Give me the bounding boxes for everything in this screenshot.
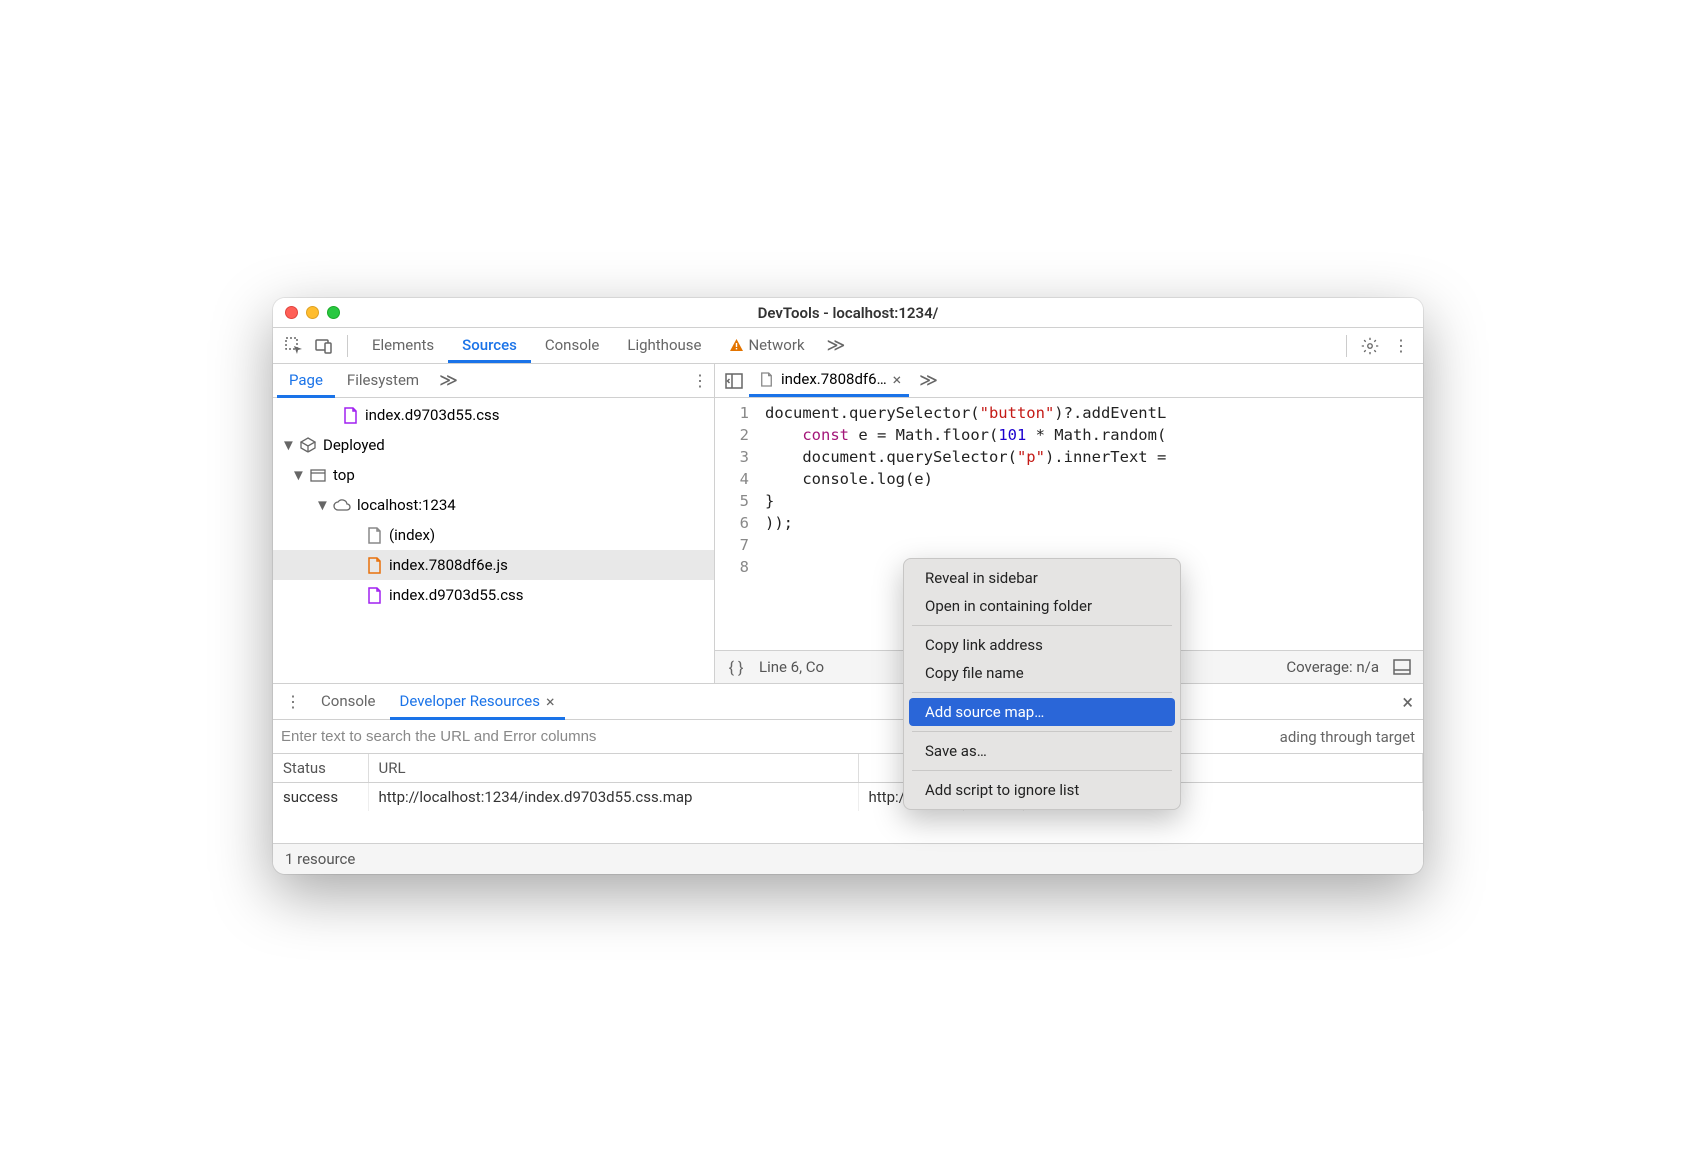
drawer-more-icon[interactable]: ⋮: [279, 692, 307, 711]
settings-icon[interactable]: [1357, 333, 1383, 359]
stylesheet-icon: [365, 586, 383, 604]
col-url[interactable]: URL: [368, 754, 858, 783]
main-toolbar: Elements Sources Console Lighthouse Netw…: [273, 328, 1423, 364]
traffic-lights: [285, 306, 340, 319]
toolbar-divider: [1346, 335, 1347, 357]
document-icon: [365, 526, 383, 544]
inspect-element-icon[interactable]: [281, 333, 307, 359]
resource-count: 1 resource: [285, 850, 355, 868]
zoom-window-button[interactable]: [327, 306, 340, 319]
cm-add-to-ignore-list[interactable]: Add script to ignore list: [909, 776, 1175, 804]
file-tree: index.d9703d55.css ▼ Deployed ▼ top ▼ lo…: [273, 398, 714, 683]
menu-separator: [912, 770, 1172, 771]
tab-console[interactable]: Console: [531, 330, 614, 363]
drawer-tab-dev-resources[interactable]: Developer Resources ×: [390, 686, 565, 720]
script-icon: [757, 370, 775, 388]
tree-top[interactable]: ▼ top: [273, 460, 714, 490]
devtools-window: DevTools - localhost:1234/ Elements Sour…: [273, 298, 1423, 874]
tree-js-file[interactable]: index.7808df6e.js: [273, 550, 714, 580]
editor-tab-file[interactable]: index.7808df6… ×: [749, 364, 909, 397]
menu-separator: [912, 731, 1172, 732]
menu-separator: [912, 692, 1172, 693]
toggle-debugger-icon[interactable]: [1389, 654, 1415, 680]
resources-table: Status URL Error success http://localhos…: [273, 754, 1423, 844]
tab-sources[interactable]: Sources: [448, 330, 531, 363]
menu-separator: [912, 625, 1172, 626]
context-menu: Reveal in sidebar Open in containing fol…: [903, 558, 1181, 810]
navigator-tab-filesystem[interactable]: Filesystem: [335, 365, 431, 398]
stylesheet-icon: [341, 406, 359, 424]
tree-deployed-label: Deployed: [323, 436, 385, 454]
close-drawer-tab-icon[interactable]: ×: [546, 692, 555, 711]
tab-network-label: Network: [748, 336, 804, 354]
coverage-label: Coverage: n/a: [1286, 658, 1379, 676]
tabs-overflow-icon[interactable]: ≫: [819, 335, 854, 356]
disclosure-triangle-icon: ▼: [281, 436, 293, 454]
more-options-icon[interactable]: ⋮: [1387, 333, 1415, 359]
editor-tabs: index.7808df6… × ≫: [715, 364, 1423, 398]
toggle-navigator-icon[interactable]: [721, 368, 747, 394]
toolbar-divider: [347, 335, 348, 357]
cursor-position: Line 6, Co: [759, 658, 824, 676]
col-status[interactable]: Status: [273, 754, 368, 783]
window-title: DevTools - localhost:1234/: [273, 304, 1423, 322]
disclosure-triangle-icon: ▼: [315, 496, 327, 514]
table-row[interactable]: success http://localhost:1234/index.d970…: [273, 783, 1423, 812]
tree-file-label: index.d9703d55.css: [365, 406, 500, 424]
cube-icon: [299, 436, 317, 454]
close-drawer-icon[interactable]: ×: [1402, 690, 1413, 714]
cm-save-as[interactable]: Save as…: [909, 737, 1175, 765]
tree-deployed[interactable]: ▼ Deployed: [273, 430, 714, 460]
drawer-tab-dev-resources-label: Developer Resources: [400, 692, 540, 710]
close-tab-icon[interactable]: ×: [893, 370, 902, 389]
line-gutter: 12345678: [715, 398, 759, 650]
tree-index-label: (index): [389, 526, 435, 544]
warning-icon: [729, 338, 744, 353]
main-tabs: Elements Sources Console Lighthouse Netw…: [358, 329, 1336, 362]
tree-file-css[interactable]: index.d9703d55.css: [273, 400, 714, 430]
resources-filter-row: ading through target: [273, 720, 1423, 754]
navigator-more-icon[interactable]: ⋮: [686, 371, 714, 390]
tab-lighthouse[interactable]: Lighthouse: [613, 330, 715, 363]
cm-add-source-map[interactable]: Add source map…: [909, 698, 1175, 726]
titlebar: DevTools - localhost:1234/: [273, 298, 1423, 328]
frame-icon: [309, 466, 327, 484]
tree-css-file[interactable]: index.d9703d55.css: [273, 580, 714, 610]
pretty-print-icon[interactable]: { }: [723, 654, 749, 680]
script-icon: [365, 556, 383, 574]
cell-status: success: [273, 783, 368, 812]
close-window-button[interactable]: [285, 306, 298, 319]
tab-network[interactable]: Network: [715, 330, 818, 363]
navigator-tab-page[interactable]: Page: [277, 365, 335, 398]
disclosure-triangle-icon: ▼: [291, 466, 303, 484]
cloud-icon: [333, 496, 351, 514]
device-toolbar-icon[interactable]: [311, 333, 337, 359]
cm-copy-file-name[interactable]: Copy file name: [909, 659, 1175, 687]
tree-top-label: top: [333, 466, 355, 484]
tree-host[interactable]: ▼ localhost:1234: [273, 490, 714, 520]
cm-reveal-in-sidebar[interactable]: Reveal in sidebar: [909, 564, 1175, 592]
tree-host-label: localhost:1234: [357, 496, 456, 514]
navigator-tabs-overflow-icon[interactable]: ≫: [431, 370, 466, 391]
drawer-tab-console[interactable]: Console: [311, 686, 386, 719]
tab-elements[interactable]: Elements: [358, 330, 448, 363]
drawer-tabs: ⋮ Console Developer Resources × ×: [273, 684, 1423, 720]
minimize-window-button[interactable]: [306, 306, 319, 319]
footer: 1 resource: [273, 844, 1423, 874]
tree-css-label: index.d9703d55.css: [389, 586, 524, 604]
sources-body: Page Filesystem ≫ ⋮ index.d9703d55.css ▼…: [273, 364, 1423, 684]
tree-js-label: index.7808df6e.js: [389, 556, 508, 574]
cm-copy-link-address[interactable]: Copy link address: [909, 631, 1175, 659]
cell-url: http://localhost:1234/index.d9703d55.css…: [368, 783, 858, 812]
editor-tabs-overflow-icon[interactable]: ≫: [911, 370, 946, 391]
editor-tab-label: index.7808df6…: [781, 370, 887, 388]
tree-index-doc[interactable]: (index): [273, 520, 714, 550]
navigator-sidebar: Page Filesystem ≫ ⋮ index.d9703d55.css ▼…: [273, 364, 715, 683]
cm-open-containing-folder[interactable]: Open in containing folder: [909, 592, 1175, 620]
navigator-tabs: Page Filesystem ≫ ⋮: [273, 364, 714, 398]
load-through-target-label: ading through target: [1280, 728, 1415, 746]
